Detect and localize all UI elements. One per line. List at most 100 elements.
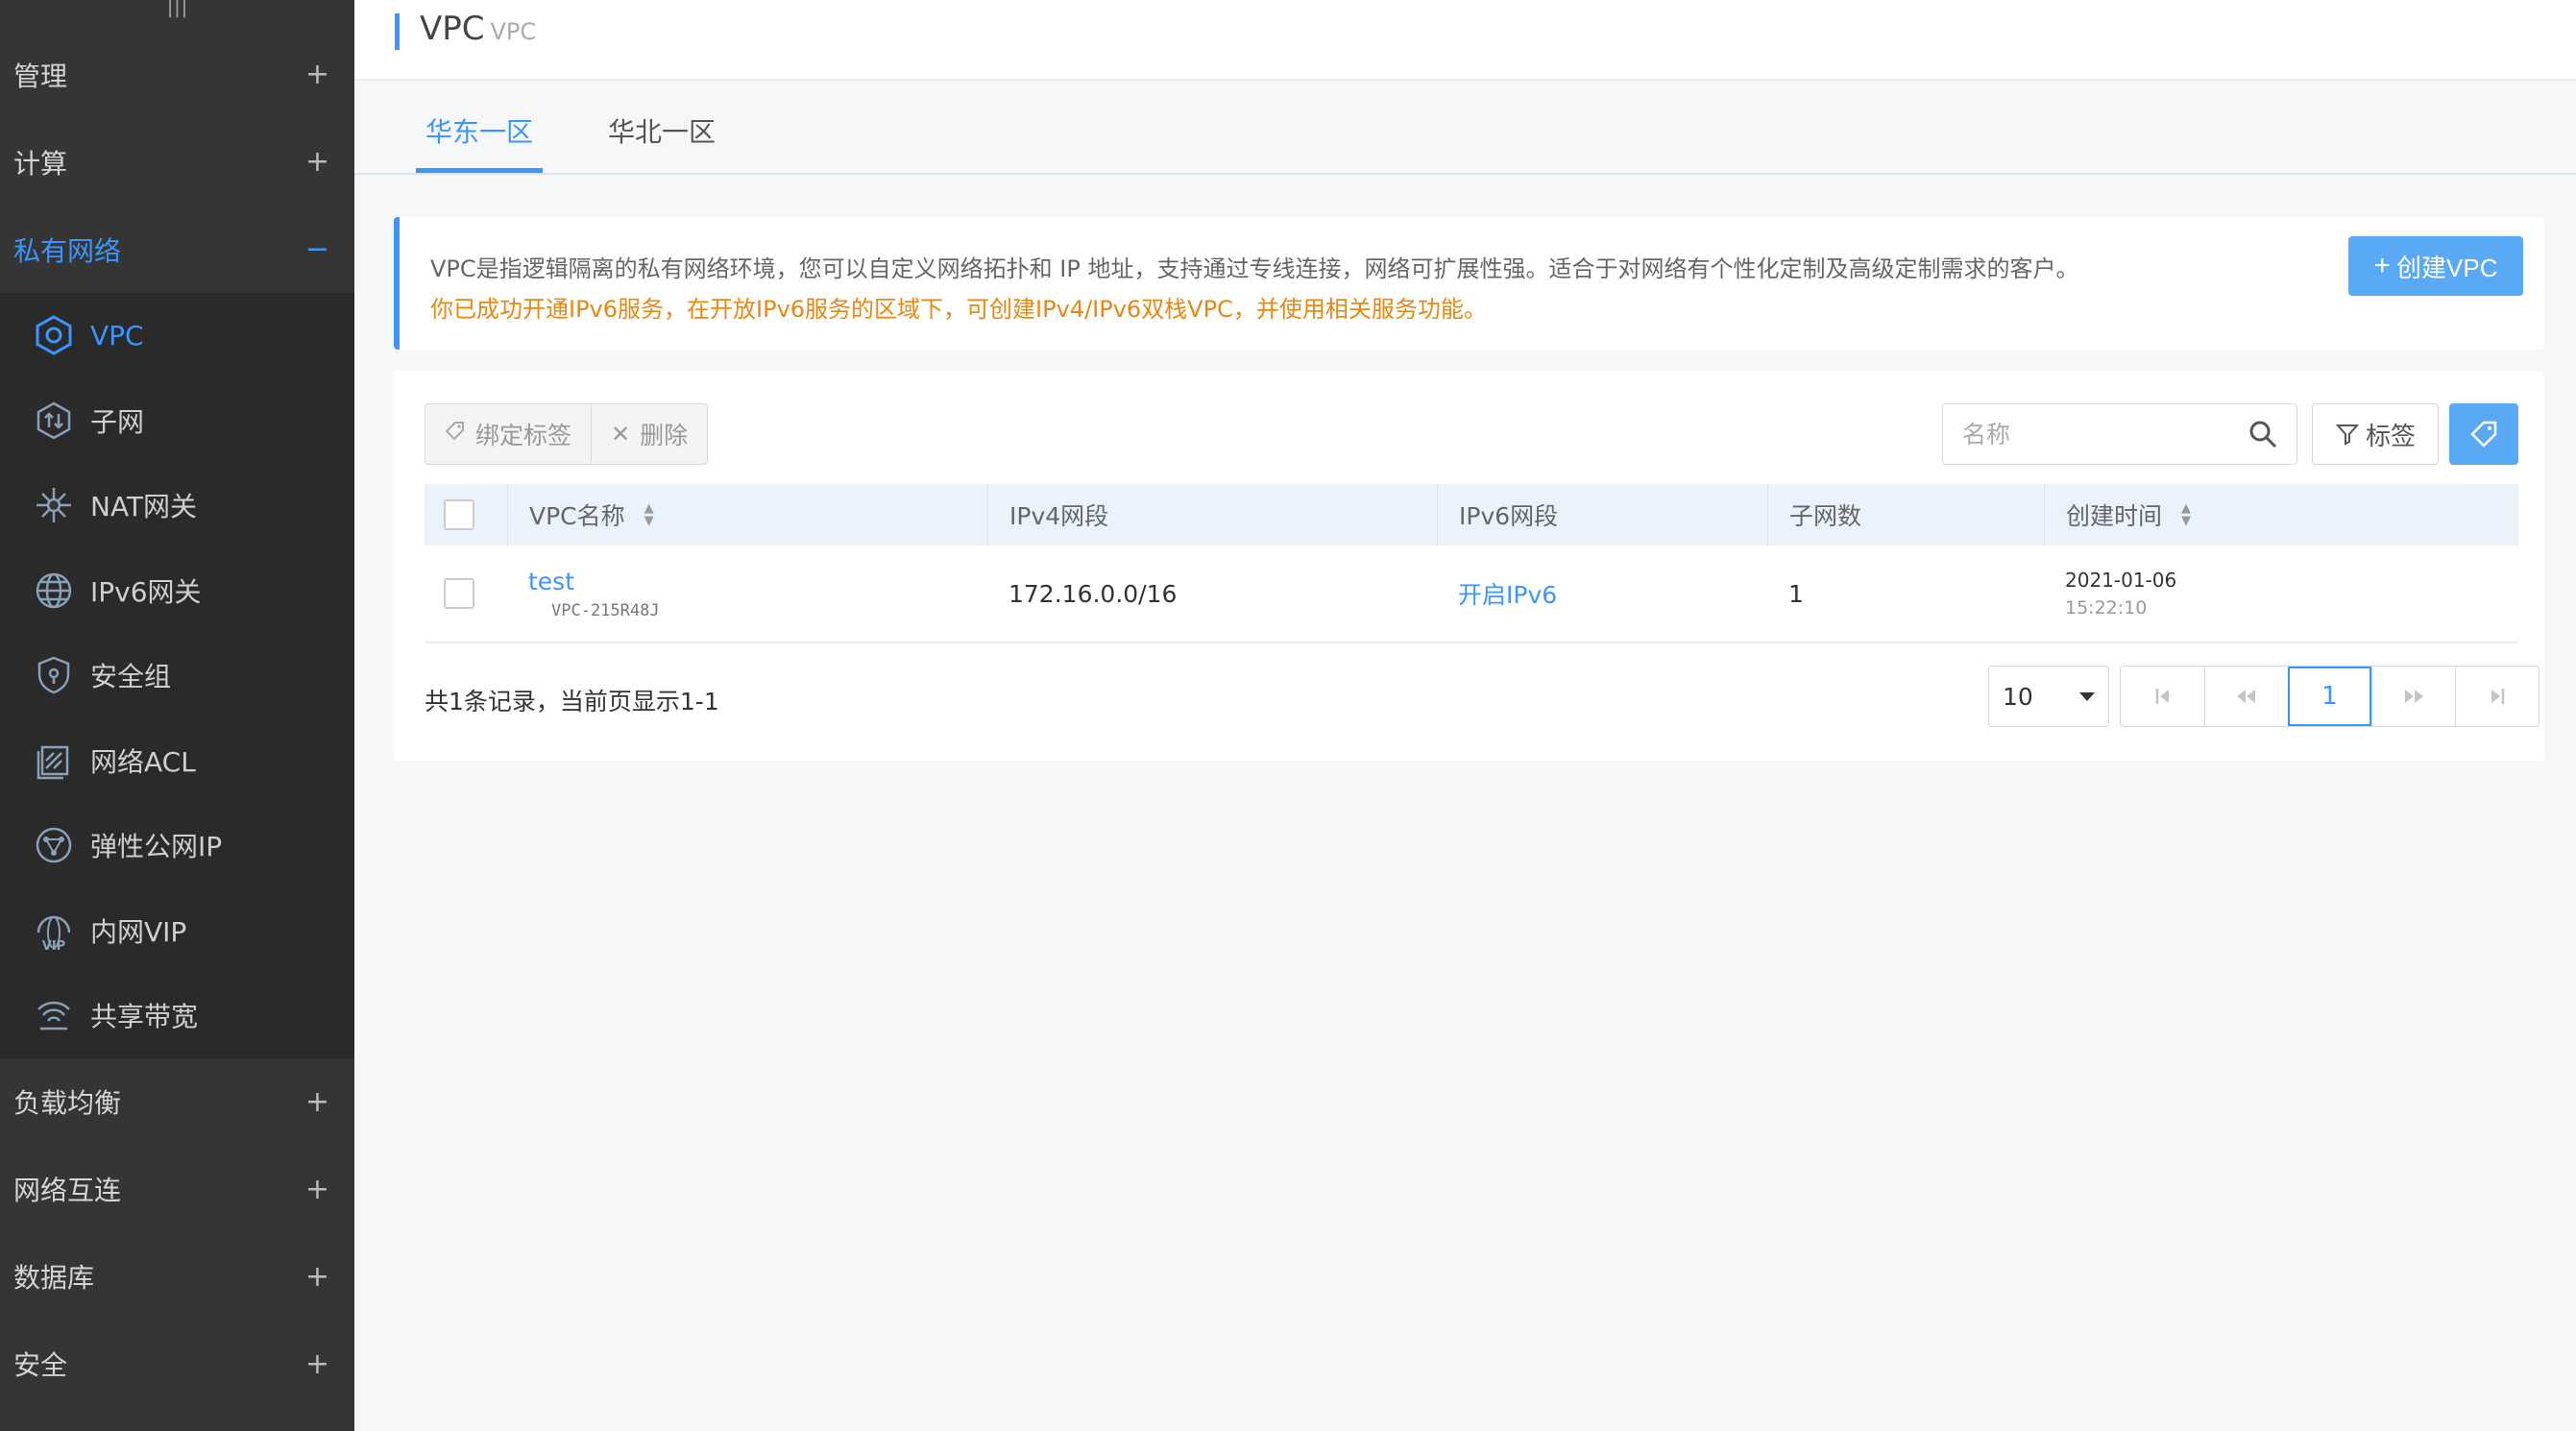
expand-plus-icon: + [304,1084,329,1119]
plus-icon: + [2373,250,2392,281]
vpc-name-cell: test VPC-215R48J [507,546,987,642]
sidebar-item-label: 安全组 [90,661,172,693]
delete-label: 删除 [640,422,689,449]
bind-tag-label: 绑定标签 [475,422,572,449]
nav-group-label: 安全 [13,1349,68,1381]
private-network-submenu: VPC 子网 NAT网关 IPv6网关 安全组 网络ACL 弹性公网IP VIP… [0,293,354,1058]
next-page-button[interactable] [2371,667,2455,726]
nav-group-compute[interactable]: 计算 + [0,118,354,206]
sidebar-item-label: 内网VIP [90,915,187,948]
nav-group-load-balancing[interactable]: 负载均衡 + [0,1058,354,1146]
page-title: VPC VPC [420,10,536,48]
select-all-checkbox[interactable] [444,499,474,530]
tab-north-china-1[interactable]: 华北一区 [598,111,725,173]
page-size-select[interactable]: 10 [1988,666,2109,727]
nav-group-label: 管理 [13,60,68,92]
nav-group-interconnect[interactable]: 网络互连 + [0,1146,354,1233]
column-header-label: 子网数 [1789,502,1862,530]
last-page-button[interactable] [2455,667,2539,726]
nav-group-label: 私有网络 [13,234,122,267]
nav-group-private-network[interactable]: 私有网络 − [0,206,354,293]
sidebar-item-vpc[interactable]: VPC [0,293,354,378]
chevron-down-icon [2079,691,2095,701]
tab-east-china-1[interactable]: 华东一区 [416,111,544,173]
page-number-button[interactable]: 1 [2288,667,2371,726]
page-title-text: VPC [420,10,485,48]
prev-page-icon [2237,690,2255,703]
sidebar-item-label: IPv6网关 [90,575,202,608]
expand-plus-icon: + [304,1172,329,1206]
ipv6-cell: 开启IPv6 [1437,546,1767,642]
enable-ipv6-link[interactable]: 开启IPv6 [1458,576,1557,611]
expand-plus-icon: + [304,1259,329,1294]
vpc-id: VPC-215R48J [551,600,660,620]
notice-ipv6-warning: 你已成功开通IPv6服务，在开放IPv6服务的区域下，可创建IPv4/IPv6双… [430,296,1487,323]
prev-page-button[interactable] [2204,667,2288,726]
nav-group-security[interactable]: 安全 + [0,1321,354,1408]
tag-icon [445,421,466,448]
column-header-label: 创建时间 [2066,502,2163,530]
network-nodes-icon [31,822,77,868]
subnet-icon [31,398,77,444]
table-header: VPC名称 ▲ ▼ IPv4网段 IPv6网段 子网数 创建时间 ▲ ▼ [425,484,2518,546]
nav-group-label: 网络互连 [13,1175,122,1206]
tag-filter-button[interactable]: 标签 [2312,403,2439,465]
sidebar-item-elastic-ip[interactable]: 弹性公网IP [0,803,354,888]
column-header-vpc-name[interactable]: VPC名称 ▲ ▼ [507,484,987,546]
sidebar-item-subnet[interactable]: 子网 [0,378,354,464]
tag-filter-label: 标签 [2365,422,2416,451]
row-checkbox[interactable] [444,578,474,609]
table-row: test VPC-215R48J 172.16.0.0/16 开启IPv6 1 … [425,546,2518,643]
sort-icon[interactable]: ▲ ▼ [644,502,654,527]
sidebar: ||| 管理 + 计算 + 私有网络 − VPC 子网 NAT网关 IPv6网关… [0,0,354,1431]
sidebar-item-network-acl[interactable]: 网络ACL [0,718,354,804]
column-header-ipv4: IPv4网段 [987,484,1437,546]
nav-group-management[interactable]: 管理 + [0,31,354,118]
sidebar-item-ipv6-gateway[interactable]: IPv6网关 [0,548,354,634]
vpc-name-link[interactable]: test [528,568,574,595]
bind-tag-button[interactable]: 绑定标签 [425,404,591,464]
expand-plus-icon: + [304,1346,329,1381]
search-icon[interactable] [2247,418,2279,450]
create-vpc-button[interactable]: + 创建VPC [2348,236,2523,296]
sidebar-item-security-group[interactable]: 安全组 [0,633,354,718]
delete-button[interactable]: ✕ 删除 [591,404,707,464]
sidebar-item-internal-vip[interactable]: VIP 内网VIP [0,888,354,974]
row-checkbox-cell [425,546,507,642]
filter-icon [2335,424,2360,446]
page-size-value: 10 [2003,682,2033,711]
vip-globe-icon: VIP [31,908,77,954]
globe-icon [31,568,77,614]
sidebar-item-label: 子网 [90,405,145,438]
column-header-created-time[interactable]: 创建时间 ▲ ▼ [2044,484,2518,546]
tag-icon [2470,421,2497,448]
create-vpc-label: 创建VPC [2396,253,2498,282]
search-input[interactable] [1960,419,2229,449]
sidebar-item-label: NAT网关 [90,491,198,523]
tag-manage-button[interactable] [2449,403,2518,465]
first-page-button[interactable] [2121,667,2204,726]
region-tabs: 华东一区 华北一区 [354,83,2576,175]
expand-plus-icon: + [304,145,329,179]
sidebar-item-shared-bandwidth[interactable]: 共享带宽 [0,973,354,1058]
nav-group-label: 负载均衡 [13,1087,122,1119]
sidebar-item-label: 网络ACL [90,745,196,778]
close-icon: ✕ [611,421,631,448]
vpc-table: VPC名称 ▲ ▼ IPv4网段 IPv6网段 子网数 创建时间 ▲ ▼ test [425,484,2518,643]
nav-group-database[interactable]: 数据库 + [0,1233,354,1321]
sidebar-collapse-handle[interactable]: ||| [0,0,354,31]
created-time-cell: 2021-01-06 15:22:10 [2044,546,2518,642]
created-time: 15:22:10 [2065,597,2148,618]
column-header-label: IPv4网段 [1009,502,1109,530]
info-notice: VPC是指逻辑隔离的私有网络环境，您可以自定义网络拓扑和 IP 地址，支持通过专… [394,217,2544,350]
created-date: 2021-01-06 [2065,569,2177,592]
sidebar-item-nat-gateway[interactable]: NAT网关 [0,463,354,548]
collapse-minus-icon: − [304,232,329,266]
sort-icon[interactable]: ▲ ▼ [2181,502,2191,527]
wifi-bandwidth-icon [31,992,77,1038]
shield-lock-icon [31,652,77,698]
column-header-label: IPv6网段 [1459,502,1559,530]
vpc-hexagon-icon [31,312,77,358]
ipv4-cell: 172.16.0.0/16 [1009,579,1178,608]
sidebar-item-label: 弹性公网IP [90,831,223,863]
